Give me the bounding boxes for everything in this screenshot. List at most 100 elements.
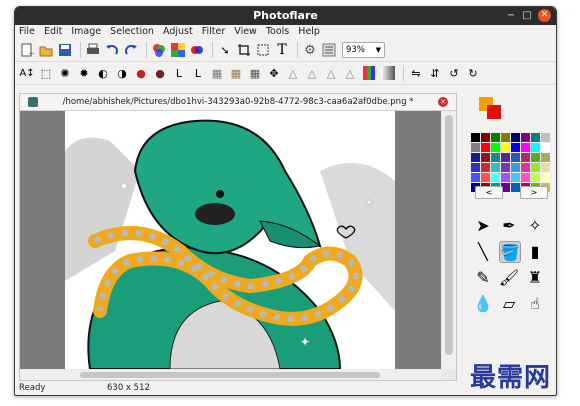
- palette-swatch[interactable]: [501, 163, 510, 172]
- crop-icon[interactable]: [236, 42, 252, 58]
- pointer-icon[interactable]: ➘: [217, 42, 233, 58]
- print-icon[interactable]: [85, 42, 101, 58]
- brightness-up-icon[interactable]: ✺: [57, 65, 73, 81]
- palette-swatch[interactable]: [491, 133, 500, 142]
- shape-triangle-2-icon[interactable]: △: [323, 65, 339, 81]
- palette-swatch[interactable]: [501, 173, 510, 182]
- palette-swatch[interactable]: [491, 153, 500, 162]
- eraser-icon[interactable]: ▱: [499, 293, 519, 313]
- flip-vertical-icon[interactable]: ⇵: [427, 65, 443, 81]
- palette-swatch[interactable]: [541, 133, 550, 142]
- palette-swatch[interactable]: [491, 143, 500, 152]
- saturation-up-icon[interactable]: ●: [133, 65, 149, 81]
- palette-swatch[interactable]: [481, 163, 490, 172]
- paint-bucket-icon[interactable]: 🪣: [499, 241, 521, 263]
- font-size-icon[interactable]: A↕: [19, 65, 35, 81]
- palette-swatch[interactable]: [541, 163, 550, 172]
- triangle-icon[interactable]: △: [285, 65, 301, 81]
- flip-horizontal-icon[interactable]: ⇋: [408, 65, 424, 81]
- line-tool-icon[interactable]: ╲: [473, 241, 493, 261]
- vertical-scrollbar[interactable]: [442, 111, 456, 369]
- palette-swatch[interactable]: [511, 173, 520, 182]
- settings-gear-icon[interactable]: ⚙: [302, 42, 318, 58]
- palette-swatch[interactable]: [521, 143, 530, 152]
- palette-swatch[interactable]: [481, 133, 490, 142]
- gamma-down-icon[interactable]: Ⅼ: [190, 65, 206, 81]
- palette-swatch[interactable]: [511, 143, 520, 152]
- colors-icon[interactable]: [189, 42, 205, 58]
- close-document-icon[interactable]: ✕: [438, 97, 448, 107]
- palette-swatch[interactable]: [521, 133, 530, 142]
- rotate-left-icon[interactable]: ↺: [446, 65, 462, 81]
- palette-swatch[interactable]: [511, 133, 520, 142]
- palette-swatch[interactable]: [511, 153, 520, 162]
- palette-swatch[interactable]: [541, 173, 550, 182]
- gamma-up-icon[interactable]: Ⅼ: [171, 65, 187, 81]
- hue-icon[interactable]: ▦: [209, 65, 225, 81]
- palette-swatch[interactable]: [501, 143, 510, 152]
- palette-swatch[interactable]: [501, 133, 510, 142]
- text-icon[interactable]: T: [274, 42, 290, 58]
- horizontal-scrollbar[interactable]: [20, 370, 441, 380]
- properties-icon[interactable]: [321, 42, 337, 58]
- move-icon[interactable]: ✥: [266, 65, 282, 81]
- palette-swatch[interactable]: [531, 143, 540, 152]
- shape-triangle-icon[interactable]: △: [304, 65, 320, 81]
- shape-triangle-3-icon[interactable]: △: [342, 65, 358, 81]
- smudge-icon[interactable]: ☝: [525, 293, 545, 313]
- menu-selection[interactable]: Selection: [110, 26, 154, 37]
- brush-icon[interactable]: 🖌: [499, 267, 519, 287]
- palette-swatch[interactable]: [481, 143, 490, 152]
- palette-swatch[interactable]: [481, 173, 490, 182]
- rgb-bars-icon[interactable]: [361, 65, 377, 81]
- redo-icon[interactable]: [123, 42, 139, 58]
- palette-swatch[interactable]: [491, 163, 500, 172]
- maximize-button[interactable]: □: [518, 7, 536, 25]
- palette-swatch[interactable]: [541, 153, 550, 162]
- menu-file[interactable]: File: [19, 26, 35, 37]
- contrast-down-icon[interactable]: ◑: [114, 65, 130, 81]
- image-canvas[interactable]: ✦ ✦ ✦: [20, 111, 441, 370]
- palette-swatch[interactable]: [541, 143, 550, 152]
- palette-swatch[interactable]: [531, 173, 540, 182]
- palette-prev-button[interactable]: <: [475, 186, 503, 199]
- undo-icon[interactable]: [104, 42, 120, 58]
- new-file-icon[interactable]: +: [19, 42, 35, 58]
- rotate-right-icon[interactable]: ↻: [465, 65, 481, 81]
- menu-edit[interactable]: Edit: [44, 26, 62, 37]
- pencil-icon[interactable]: ✎: [473, 267, 493, 287]
- open-folder-icon[interactable]: [38, 42, 54, 58]
- zoom-select[interactable]: 93% ▼: [342, 42, 385, 58]
- palette-swatch[interactable]: [481, 153, 490, 162]
- contrast-up-icon[interactable]: ◐: [95, 65, 111, 81]
- palette-swatch[interactable]: [521, 163, 530, 172]
- scroll-thumb[interactable]: [445, 115, 453, 355]
- pointer-tool-icon[interactable]: ➤: [473, 215, 493, 235]
- palette-next-button[interactable]: >: [520, 186, 548, 199]
- sepia-icon[interactable]: ▦: [228, 65, 244, 81]
- palette-swatch[interactable]: [531, 153, 540, 162]
- palette-swatch[interactable]: [521, 153, 530, 162]
- scroll-thumb[interactable]: [80, 372, 380, 378]
- palette-swatch[interactable]: [471, 173, 480, 182]
- palette-swatch[interactable]: [491, 173, 500, 182]
- document-tab[interactable]: /home/abhishek/Pictures/dbo1hvi-343293a0…: [20, 94, 456, 111]
- saturation-down-icon[interactable]: ●: [152, 65, 168, 81]
- palette-swatch[interactable]: [521, 173, 530, 182]
- selection-icon[interactable]: [255, 42, 271, 58]
- menu-view[interactable]: View: [234, 26, 257, 37]
- palette-swatch[interactable]: [511, 163, 520, 172]
- brightness-down-icon[interactable]: ✹: [76, 65, 92, 81]
- gradient-icon[interactable]: [380, 65, 396, 81]
- grayscale-icon[interactable]: ⬚: [38, 65, 54, 81]
- palette-swatch[interactable]: [531, 163, 540, 172]
- menu-tools[interactable]: Tools: [266, 26, 289, 37]
- palette-swatch[interactable]: [471, 153, 480, 162]
- color-picker-icon[interactable]: ✒: [499, 215, 519, 235]
- menu-help[interactable]: Help: [298, 26, 320, 37]
- blur-drop-icon[interactable]: 💧: [473, 293, 493, 313]
- secondary-color-swatch[interactable]: [487, 105, 501, 119]
- palette-swatch[interactable]: [531, 133, 540, 142]
- invert-icon[interactable]: ▦: [247, 65, 263, 81]
- palette-swatch[interactable]: [471, 133, 480, 142]
